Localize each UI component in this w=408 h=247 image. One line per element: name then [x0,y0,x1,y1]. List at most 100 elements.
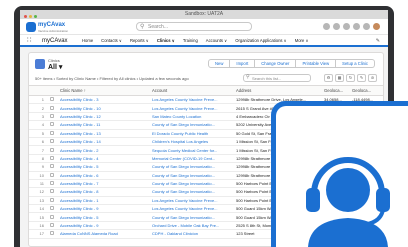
row-checkbox[interactable] [47,120,57,130]
row-checkbox[interactable] [47,212,57,222]
column-header-clinic-name[interactable]: Clinic Name ↑ [57,85,149,96]
checkbox-icon[interactable] [50,206,54,211]
setup-clinic-button[interactable]: Setup a Clinic [336,59,375,68]
checkbox-icon[interactable] [50,130,54,135]
support-widget[interactable] [271,101,408,247]
list-search-input[interactable]: ⚲ Search this list... [243,74,311,82]
row-checkbox[interactable] [47,229,57,239]
clinic-name-link[interactable]: Accessibility Clinic - 9 [57,204,149,214]
checkbox-icon[interactable] [50,122,54,127]
account-link[interactable]: CDPH - Oakland Clinicion [149,229,233,239]
clinic-name-link[interactable]: Accessibility Clinic - 11 [57,120,149,130]
clinic-name-link[interactable]: Accessibility Clinic - 4 [57,154,149,164]
nav-tab-reports[interactable]: Reports ∨ [126,35,153,47]
column-header-geolocation-lat[interactable]: Geoloca... [321,85,349,96]
checkbox-icon[interactable] [50,97,54,102]
nav-tab-training[interactable]: Training [179,35,202,47]
checkbox-icon[interactable] [50,231,54,236]
checkbox-icon[interactable] [50,197,54,202]
row-checkbox[interactable] [47,179,57,189]
clinic-name-link[interactable]: Accessibility Clinic - 13 [57,129,149,138]
account-link[interactable]: Children's Hospital Los Angeles [149,137,233,147]
nav-tab-contacts[interactable]: Contacts ∨ [97,35,126,47]
clinic-name-link[interactable]: Accessibility Clinic - 7 [57,179,149,189]
clinic-name-link[interactable]: Accessibility Clinic - 1 [57,196,149,206]
row-checkbox[interactable] [47,137,57,147]
account-link[interactable]: County of San Diego Immunizatio... [149,120,233,130]
column-header-geolocation-long[interactable]: Geoloca... [349,85,383,96]
nav-tab-home[interactable]: Home [78,35,97,47]
checkbox-icon[interactable] [50,155,54,160]
add-icon[interactable] [333,23,340,30]
row-checkbox[interactable] [47,145,57,155]
account-link[interactable]: County of San Diego Immunizatio... [149,187,233,197]
checkbox-icon[interactable] [50,164,54,169]
inline-edit-icon[interactable]: ✎ [357,74,366,82]
account-link[interactable]: County of San Diego Immunizatio... [149,162,233,172]
global-search-input[interactable]: ⚲ Search... [136,22,252,31]
checkbox-icon[interactable] [50,189,54,194]
printable-view-button[interactable]: Printable View [296,59,337,68]
row-checkbox[interactable] [47,162,57,172]
minimize-window-dot[interactable] [29,15,32,18]
row-checkbox[interactable] [47,112,57,122]
row-checkbox[interactable] [47,129,57,138]
account-link[interactable]: County of San Diego Immunizatio... [149,212,233,222]
column-header-select[interactable] [47,85,57,96]
account-link[interactable]: County of San Diego Immunizatio... [149,179,233,189]
row-checkbox[interactable] [47,171,57,180]
row-checkbox[interactable] [47,95,57,105]
clinic-name-link[interactable]: Accessibility Clinic - 8 [57,187,149,197]
nav-tab-organization-applications[interactable]: Organization Applications ∨ [231,35,290,47]
account-link[interactable]: Orchard Drive - Mobile Oak Bay Pre... [149,221,233,231]
row-checkbox[interactable] [47,204,57,214]
clinic-name-link[interactable]: Accessibility Clinic - 14 [57,137,149,147]
row-checkbox[interactable] [47,187,57,197]
checkbox-icon[interactable] [50,105,54,110]
edit-nav-icon[interactable]: ✎ [376,38,380,44]
column-header-address[interactable]: Address [233,85,321,96]
checkbox-icon[interactable] [50,113,54,118]
row-checkbox[interactable] [47,196,57,206]
clinic-name-link[interactable]: Accessibility Clinic - 5 [57,162,149,172]
clinic-name-link[interactable]: Accessibility Clinic - 3 [57,95,149,105]
favorites-icon[interactable] [323,23,330,30]
clinic-name-link[interactable]: Accessibility Clinic - 9 [57,221,149,231]
checkbox-icon[interactable] [50,223,54,228]
app-launcher-icon[interactable]: ∷ [27,37,31,45]
checkbox-icon[interactable] [50,172,54,177]
account-link[interactable]: Sequoia County Medical Center for... [149,145,233,155]
new-button[interactable]: New [208,59,231,68]
help-icon[interactable] [343,23,350,30]
account-link[interactable]: El Dorado County Public Health [149,129,233,138]
clinic-name-link[interactable]: Accessibility Clinic - 5 [57,212,149,222]
checkbox-icon[interactable] [50,139,54,144]
clinic-name-link[interactable]: Alameda CoNNS Alameda Road [57,229,149,239]
account-link[interactable]: Los Angeles County Vaccine Preve... [149,204,233,214]
account-link[interactable]: County of San Diego Immunizatio... [149,171,233,180]
nav-tab-accounts[interactable]: Accounts ∨ [202,35,231,47]
close-window-dot[interactable] [24,15,27,18]
change-owner-button[interactable]: Change Owner [255,59,297,68]
row-checkbox[interactable] [47,103,57,113]
account-link[interactable]: Memorial Center (COVID-19 Cent... [149,154,233,164]
checkbox-icon[interactable] [50,214,54,219]
list-view-selector[interactable]: All ▾ [48,63,62,71]
list-settings-icon[interactable]: ⚙ [324,74,333,82]
account-link[interactable]: Los Angeles County Vaccine Preve... [149,95,233,105]
account-link[interactable]: Los Angeles County Vaccine Preve... [149,196,233,206]
checkbox-icon[interactable] [50,147,54,152]
clinic-name-link[interactable]: Accessibility Clinic - 6 [57,171,149,180]
clinic-name-link[interactable]: Accessibility Clinic - 2 [57,145,149,155]
refresh-icon[interactable]: ↻ [346,74,355,82]
nav-tab-clinics[interactable]: Clinics ∨ [152,35,179,47]
row-checkbox[interactable] [47,154,57,164]
account-link[interactable]: San Mateo County Location [149,112,233,122]
account-link[interactable]: Los Angeles County Vaccine Preve... [149,103,233,113]
settings-icon[interactable] [353,23,360,30]
checkbox-icon[interactable] [50,181,54,186]
notifications-icon[interactable] [363,23,370,30]
clinic-name-link[interactable]: Accessibility Clinic - 12 [57,112,149,122]
avatar[interactable] [373,23,380,30]
row-checkbox[interactable] [47,221,57,231]
